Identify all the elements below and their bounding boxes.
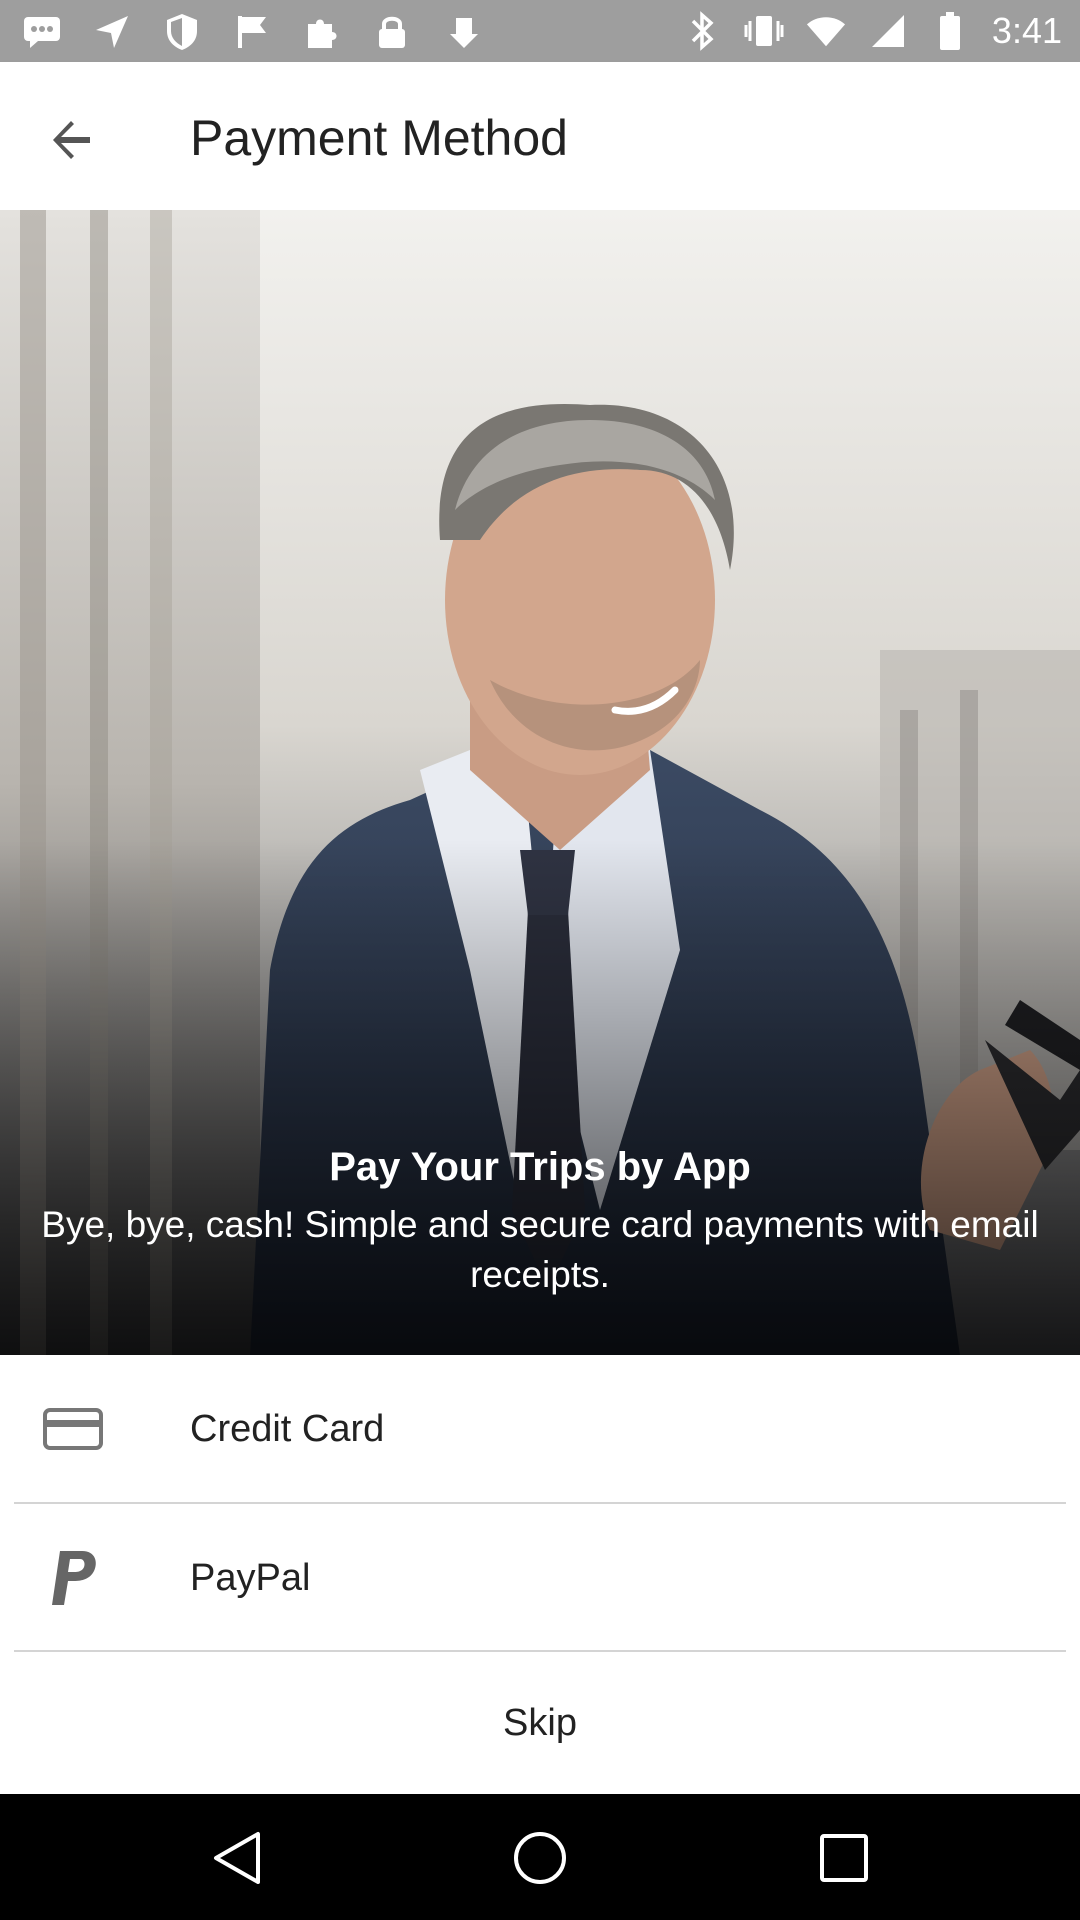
paypal-icon [42, 1548, 104, 1608]
nav-recents-button[interactable] [812, 1826, 876, 1890]
circle-home-icon [514, 1832, 566, 1884]
status-bar: 3:41 [0, 0, 1080, 62]
status-right-icons: 3:41 [682, 8, 1062, 54]
wifi-icon [806, 11, 846, 51]
flag-icon [232, 12, 272, 52]
skip-button[interactable]: Skip [0, 1652, 1080, 1794]
back-button[interactable] [36, 104, 108, 176]
paypal-option[interactable]: PayPal [0, 1504, 1080, 1652]
battery-icon [930, 11, 970, 51]
page-title: Payment Method [190, 110, 568, 166]
nav-home-button[interactable] [508, 1826, 572, 1890]
square-recents-icon [820, 1834, 868, 1882]
navigation-icon [92, 12, 132, 52]
hero-subtitle: Bye, bye, cash! Simple and secure card p… [41, 1204, 1039, 1295]
arrow-back-icon [53, 121, 90, 159]
status-left-icons [22, 12, 482, 52]
shield-icon [162, 12, 202, 52]
hero-title: Pay Your Trips by App [329, 1145, 751, 1189]
navigation-bar [0, 1794, 1080, 1920]
app-bar: Payment Method [0, 62, 1080, 210]
credit-card-icon [42, 1399, 104, 1459]
hero-banner: Pay Your Trips by App Bye, bye, cash! Si… [0, 210, 1080, 1355]
nav-back-button[interactable] [204, 1826, 268, 1890]
download-icon [442, 12, 482, 52]
puzzle-icon [302, 12, 342, 52]
credit-card-option[interactable]: Credit Card [0, 1355, 1080, 1503]
vibrate-icon [744, 11, 784, 51]
status-time: 3:41 [991, 10, 1062, 51]
bluetooth-icon [682, 11, 722, 51]
signal-icon [868, 11, 908, 51]
credit-card-label: Credit Card [190, 1408, 385, 1450]
messages-icon [22, 12, 62, 52]
triangle-back-icon [214, 1832, 260, 1884]
paypal-label: PayPal [190, 1557, 311, 1599]
lock-icon [372, 12, 412, 52]
